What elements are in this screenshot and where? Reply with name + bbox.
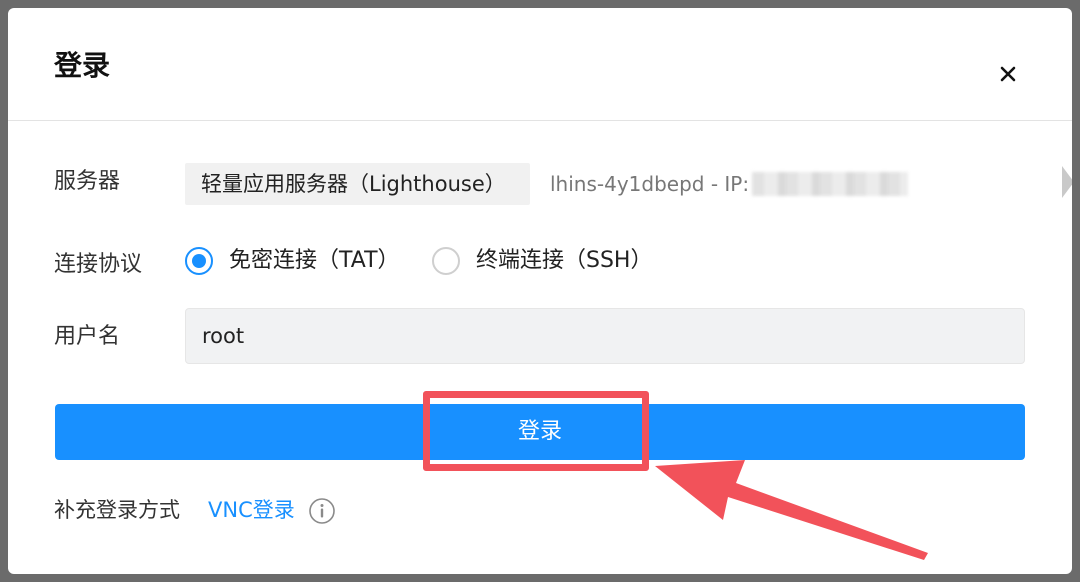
dialog-header: 登录	[8, 8, 1072, 121]
radio-tat-label: 免密连接（TAT）	[229, 248, 400, 273]
radio-ssh-circle[interactable]	[432, 247, 460, 275]
radio-tat[interactable]: 免密连接（TAT）	[185, 246, 400, 276]
radio-ssh-label: 终端连接（SSH）	[476, 248, 653, 273]
radio-tat-circle[interactable]	[185, 247, 213, 275]
vnc-login-link[interactable]: VNC登录	[208, 495, 295, 525]
protocol-label: 连接协议	[54, 252, 143, 277]
server-type-tag: 轻量应用服务器（Lighthouse）	[185, 163, 530, 205]
server-instance-id: lhins-4y1dbepd - IP:	[550, 172, 750, 196]
login-dialog: 登录 服务器 轻量应用服务器（Lighthouse） lhins-4y1dbep…	[8, 8, 1072, 574]
chevron-right-icon[interactable]	[1062, 166, 1072, 198]
close-icon	[1000, 66, 1016, 82]
info-icon[interactable]	[308, 497, 336, 525]
annotation-highlight-box	[423, 391, 649, 471]
close-button[interactable]	[992, 58, 1024, 90]
server-label: 服务器	[54, 169, 121, 194]
radio-ssh[interactable]: 终端连接（SSH）	[432, 246, 652, 276]
supplement-login-label: 补充登录方式	[54, 498, 180, 522]
username-input[interactable]	[185, 308, 1025, 364]
username-label: 用户名	[54, 324, 121, 349]
ip-address-redacted	[752, 172, 908, 196]
dialog-title: 登录	[54, 49, 111, 82]
